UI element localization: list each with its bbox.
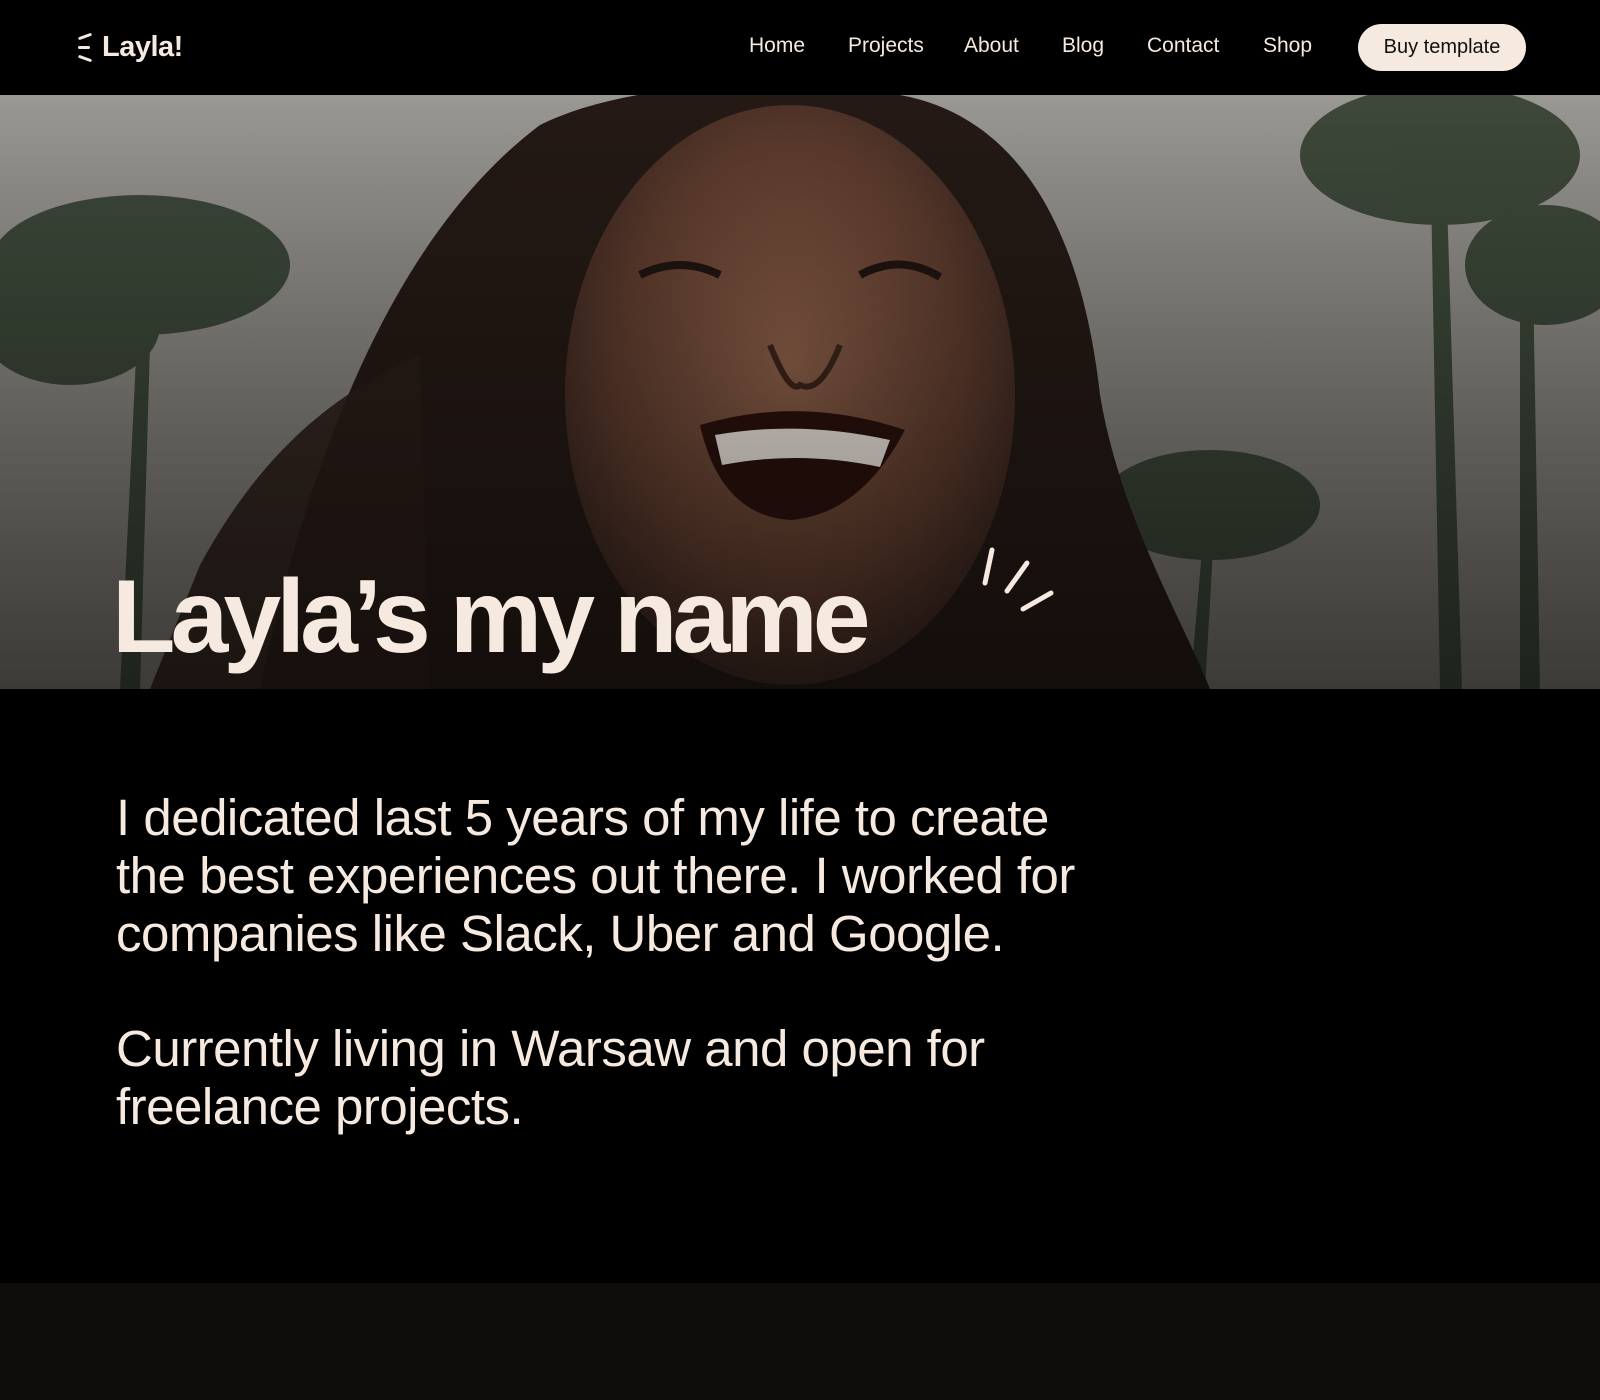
hero-title: Layla’s my name bbox=[112, 559, 871, 675]
logo-text: Layla! bbox=[102, 30, 183, 63]
hero-title-word: my bbox=[449, 559, 595, 675]
next-section-band bbox=[0, 1283, 1600, 1400]
top-navigation: Layla! Home Projects About Blog Contact … bbox=[0, 0, 1600, 95]
logo-dash-icon bbox=[76, 30, 94, 64]
nav-link-projects[interactable]: Projects bbox=[848, 34, 924, 58]
logo-link[interactable]: Layla! bbox=[76, 30, 183, 64]
hero-title-word: name bbox=[613, 559, 871, 675]
about-paragraph: I dedicated last 5 years of my life to c… bbox=[116, 789, 1075, 962]
about-paragraph: Currently living in Warsaw and open for … bbox=[116, 1020, 985, 1135]
nav-link-contact[interactable]: Contact bbox=[1147, 34, 1219, 58]
nav-link-home[interactable]: Home bbox=[749, 34, 805, 58]
sparkle-lines-icon bbox=[982, 547, 1054, 612]
buy-template-button[interactable]: Buy template bbox=[1358, 24, 1526, 71]
nav-link-blog[interactable]: Blog bbox=[1062, 34, 1104, 58]
about-section: I dedicated last 5 years of my life to c… bbox=[0, 689, 1600, 1283]
nav-link-shop[interactable]: Shop bbox=[1263, 34, 1312, 58]
hero-title-word: Layla’s bbox=[112, 559, 431, 675]
hero-section: Layla’s my name bbox=[0, 95, 1600, 689]
about-text: I dedicated last 5 years of my life to c… bbox=[116, 789, 1126, 1136]
nav-link-about[interactable]: About bbox=[964, 34, 1019, 58]
